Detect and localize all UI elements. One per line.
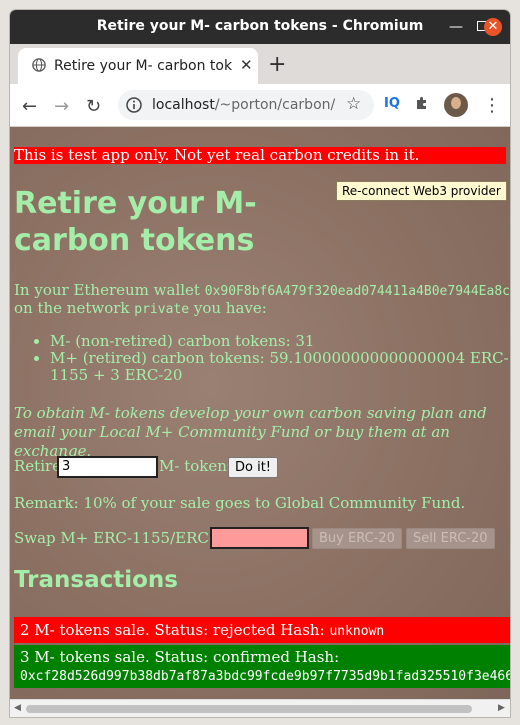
page-title: Retire your M- carbon tokens xyxy=(14,186,257,258)
title-bar: Retire your M- carbon tokens - Chromium … xyxy=(10,10,510,44)
scrollbar-thumb[interactable] xyxy=(26,705,472,713)
transaction-text: 3 M- tokens sale. Status: confirmed Hash… xyxy=(20,648,340,666)
iq-extension-icon[interactable]: IQ xyxy=(384,96,400,111)
address-bar[interactable]: localhost/~porton/carbon/ ☆ xyxy=(118,90,374,120)
back-icon[interactable]: ← xyxy=(22,96,37,117)
minimize-button[interactable]: — xyxy=(446,17,466,37)
browser-tab[interactable]: Retire your M- carbon tokens ✕ xyxy=(18,48,258,84)
retire-suffix: M- tokens xyxy=(159,457,235,475)
star-icon[interactable]: ☆ xyxy=(346,94,361,114)
transaction-row: 3 M- tokens sale. Status: confirmed Hash… xyxy=(14,645,510,688)
token-balances: M- (non-retired) carbon tokens: 31 M+ (r… xyxy=(30,333,510,384)
swap-amount-input[interactable] xyxy=(210,527,309,549)
swap-label: Swap M+ ERC-1155/ERC-20 xyxy=(14,529,234,547)
network-prefix: on the network xyxy=(14,299,130,317)
avatar[interactable] xyxy=(444,93,468,117)
horizontal-scrollbar[interactable]: ◀ ▶ xyxy=(10,699,510,717)
tab-strip: Retire your M- carbon tokens ✕ + xyxy=(10,44,510,84)
page-content: This is test app only. Not yet real carb… xyxy=(10,127,510,699)
network-suffix: you have: xyxy=(193,299,267,317)
url-path: /~porton/carbon/ xyxy=(214,97,336,113)
plus-icon[interactable]: + xyxy=(268,52,286,77)
network-name: private xyxy=(134,302,190,317)
forward-icon[interactable]: → xyxy=(54,96,69,117)
wallet-intro: In your Ethereum wallet xyxy=(14,281,200,299)
list-item: M- (non-retired) carbon tokens: 31 xyxy=(50,333,510,350)
sell-erc20-button[interactable]: Sell ERC-20 xyxy=(406,528,495,549)
list-item: M+ (retired) carbon tokens: 59.100000000… xyxy=(50,350,510,384)
reconnect-web3-button[interactable]: Re-connect Web3 provider xyxy=(336,181,507,201)
transaction-text: 2 M- tokens sale. Status: rejected Hash: xyxy=(20,621,325,639)
reload-icon[interactable]: ↻ xyxy=(86,96,101,117)
retire-amount-input[interactable]: 3 xyxy=(57,456,158,478)
window-title: Retire your M- carbon tokens - Chromium xyxy=(96,18,424,34)
close-window-button[interactable]: ✕ xyxy=(484,18,502,36)
url-text: localhost/~porton/carbon/ xyxy=(152,97,335,113)
test-app-banner: This is test app only. Not yet real carb… xyxy=(14,147,506,164)
transaction-hash: unknown xyxy=(329,624,385,639)
menu-icon[interactable]: ⋮ xyxy=(483,95,501,116)
transaction-row: 2 M- tokens sale. Status: rejected Hash:… xyxy=(14,617,510,643)
wallet-line: In your Ethereum wallet 0x90F8bf6A479f32… xyxy=(14,281,510,301)
avatar-face xyxy=(451,97,461,109)
info-icon[interactable] xyxy=(126,97,142,113)
navigation-bar: ← → ↻ localhost/~porton/carbon/ ☆ IQ ⋮ xyxy=(10,84,510,127)
do-it-button[interactable]: Do it! xyxy=(228,457,279,478)
globe-icon xyxy=(32,58,46,72)
url-host: localhost xyxy=(152,97,215,113)
retire-label: Retire xyxy=(14,457,62,475)
tab-title: Retire your M- carbon tokens xyxy=(54,58,232,74)
browser-window: Retire your M- carbon tokens - Chromium … xyxy=(10,10,510,717)
obtain-note: To obtain M- tokens develop your own car… xyxy=(14,404,487,460)
wallet-address: 0x90F8bf6A479f320ead074411a4B0e7944Ea8c9… xyxy=(204,284,510,299)
transaction-hash: 0xcf28d526d997b38db7af87a3bdc99fcde9b97f… xyxy=(20,669,510,684)
close-icon[interactable]: ✕ xyxy=(240,56,253,74)
transactions-heading: Transactions xyxy=(14,567,178,593)
scroll-left-icon[interactable]: ◀ xyxy=(14,703,21,713)
remark: Remark: 10% of your sale goes to Global … xyxy=(14,494,466,512)
network-line: on the network private you have: xyxy=(14,299,510,319)
puzzle-icon[interactable] xyxy=(414,95,430,111)
scroll-right-icon[interactable]: ▶ xyxy=(498,703,505,713)
buy-erc20-button[interactable]: Buy ERC-20 xyxy=(312,528,402,549)
